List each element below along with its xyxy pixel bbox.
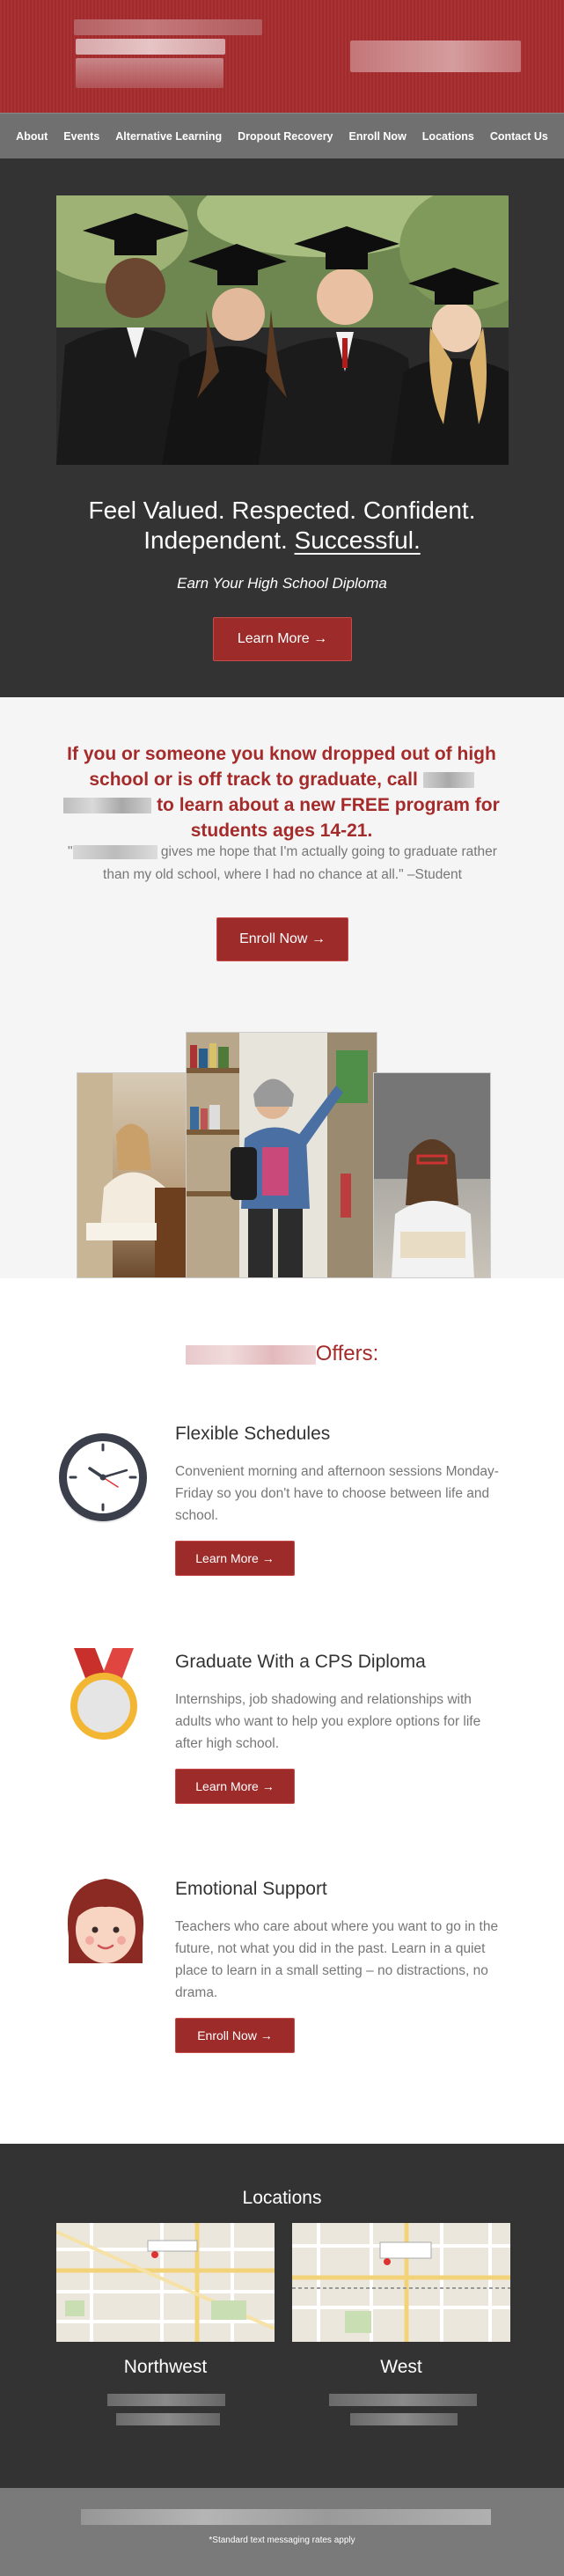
nav-events[interactable]: Events — [55, 130, 107, 143]
footer-contact-redacted — [81, 2509, 491, 2525]
main-navigation: About Events Alternative Learning Dropou… — [0, 113, 564, 158]
student-at-bookshelf-photo — [186, 1032, 377, 1278]
phone-number-redacted[interactable] — [350, 40, 521, 72]
locations-heading: Locations — [242, 2188, 322, 2208]
students-photo-collage — [0, 1032, 564, 1278]
student-quote: " gives me hope that I'm actually going … — [56, 841, 509, 887]
logo-redacted[interactable] — [74, 19, 262, 35]
location-name-northwest: Northwest — [123, 2357, 208, 2377]
northwest-map[interactable] — [56, 2223, 275, 2342]
nav-locations[interactable]: Locations — [414, 130, 482, 143]
callout-headline: If you or someone you know dropped out o… — [48, 741, 516, 843]
logo-redacted-line — [76, 39, 225, 55]
hero-headline-line1: Feel Valued. Respected. Confident. — [88, 497, 476, 524]
hero-headline-line2: Independent. Successful. — [0, 526, 564, 556]
nav-alternative-learning[interactable]: Alternative Learning — [107, 130, 230, 143]
offer-1-title: Flexible Schedules — [175, 1424, 331, 1444]
nav-contact-us[interactable]: Contact Us — [482, 130, 556, 143]
hero-section: Feel Valued. Respected. Confident. Indep… — [0, 158, 564, 697]
offer-2-learn-more-button[interactable]: Learn More → — [175, 1769, 295, 1804]
nav-about[interactable]: About — [8, 130, 55, 143]
graduates-photo — [56, 195, 509, 465]
offers-heading: Offers: — [0, 1342, 564, 1366]
phone-number-redacted-1[interactable] — [422, 772, 474, 789]
offer-2-title: Graduate With a CPS Diploma — [175, 1652, 426, 1672]
student-studying-photo — [77, 1072, 191, 1278]
site-header — [0, 0, 564, 113]
phone-number-redacted-2[interactable] — [63, 798, 152, 814]
program-name-redacted — [185, 1344, 316, 1365]
school-name-redacted — [72, 844, 157, 859]
northwest-city-redacted — [116, 2413, 220, 2425]
hero-headline-successful: Successful. — [294, 526, 421, 554]
logo-redacted-block — [76, 58, 223, 88]
quote-text: gives me hope that I'm actually going to… — [103, 844, 497, 882]
student-reading-photo — [373, 1072, 491, 1278]
offer-2-text: Internships, job shadowing and relations… — [175, 1692, 481, 1751]
offers-heading-suffix: Offers: — [315, 1342, 379, 1365]
callout-section: If you or someone you know dropped out o… — [0, 697, 564, 1278]
medal-icon — [69, 1648, 139, 1749]
northwest-address-redacted — [107, 2394, 225, 2406]
offer-1-learn-more-button[interactable]: Learn More → — [175, 1541, 295, 1576]
location-name-west: West — [380, 2357, 422, 2377]
site-footer: *Standard text messaging rates apply — [0, 2488, 564, 2576]
hero-subtitle: Earn Your High School Diploma — [177, 575, 387, 592]
offer-3-text: Teachers who care about where you want t… — [175, 1919, 499, 2000]
nav-enroll-now[interactable]: Enroll Now — [341, 130, 414, 143]
hero-headline: Feel Valued. Respected. Confident. Indep… — [0, 496, 564, 556]
west-map[interactable] — [292, 2223, 510, 2342]
offer-3-enroll-now-button[interactable]: Enroll Now → — [175, 2018, 295, 2053]
nav-dropout-recovery[interactable]: Dropout Recovery — [230, 130, 341, 143]
callout-headline-part2: to learn about a new FREE program for st… — [157, 795, 500, 841]
west-city-redacted — [350, 2413, 458, 2425]
offers-section: Offers: Flexible Schedules Convenient mo… — [0, 1278, 564, 2144]
student-face-icon — [62, 1875, 150, 1973]
callout-enroll-now-button[interactable]: Enroll Now → — [216, 917, 348, 961]
footer-messaging-note: *Standard text messaging rates apply — [209, 2536, 355, 2545]
locations-section: Locations Northwest West — [0, 2144, 564, 2488]
offer-3-title: Emotional Support — [175, 1879, 327, 1899]
quote-open-mark: " — [68, 844, 73, 859]
hero-headline-independent: Independent. — [143, 526, 288, 554]
clock-icon — [56, 1431, 150, 1528]
west-address-redacted — [329, 2394, 477, 2406]
hero-learn-more-button[interactable]: Learn More → — [213, 617, 352, 661]
offer-1-text: Convenient morning and afternoon session… — [175, 1464, 499, 1523]
